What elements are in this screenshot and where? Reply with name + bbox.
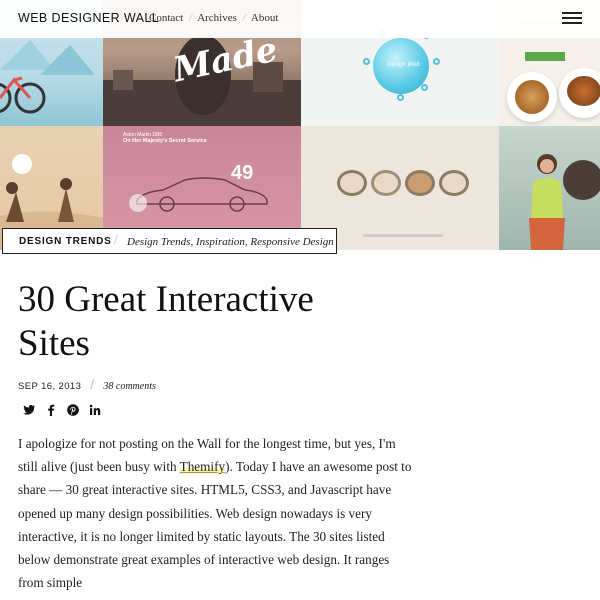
nav-separator: / xyxy=(242,12,246,24)
site-header: WEB DESIGNER WALL Contact / Archives / A… xyxy=(0,0,600,38)
facebook-icon[interactable] xyxy=(44,403,58,417)
nav-separator: / xyxy=(188,12,193,24)
category-link[interactable]: DESIGN TRENDS xyxy=(19,236,112,247)
ring-product xyxy=(371,170,401,196)
comments-link[interactable]: 38 comments xyxy=(103,381,156,392)
bubble-dot xyxy=(397,94,404,101)
post-body: I apologize for not posting on the Wall … xyxy=(18,432,418,594)
nav-archives[interactable]: Archives xyxy=(197,12,237,24)
bubble-dot xyxy=(433,58,440,65)
food-graphic xyxy=(515,80,549,114)
bubble-text: Design Web xyxy=(387,62,420,68)
tags-list[interactable]: Design Trends, Inspiration, Responsive D… xyxy=(127,236,334,248)
bubble-dot xyxy=(421,84,428,91)
site-logo[interactable]: WEB DESIGNER WALL xyxy=(18,11,159,25)
meta-separator: / xyxy=(90,377,95,392)
bubble-dot xyxy=(363,58,370,65)
post-title-line2: Sites xyxy=(18,323,90,364)
main-nav: Contact / Archives / About xyxy=(149,12,278,24)
themify-link[interactable]: Themify xyxy=(179,459,226,475)
nav-about[interactable]: About xyxy=(251,12,279,24)
post-meta: SEP 16, 2013 / 38 comments xyxy=(18,377,156,392)
post-date: SEP 16, 2013 xyxy=(18,381,82,392)
ring-product xyxy=(405,170,435,196)
car-number: 49 xyxy=(231,162,254,184)
ring-product xyxy=(337,170,367,196)
food-green-button xyxy=(525,52,565,61)
woman-illustration xyxy=(529,154,565,250)
nav-contact[interactable]: Contact xyxy=(149,12,183,24)
post-category-box: DESIGN TRENDS / Design Trends, Inspirati… xyxy=(2,228,337,254)
twitter-icon[interactable] xyxy=(22,403,36,417)
hamburger-menu-icon[interactable] xyxy=(562,11,582,25)
category-separator: / xyxy=(114,233,118,248)
pinterest-icon[interactable] xyxy=(66,403,80,417)
post-title: 30 Great Interactive Sites xyxy=(18,278,418,366)
car-badge xyxy=(129,194,147,212)
post-title-line1: 30 Great Interactive xyxy=(18,279,314,320)
car-site-subheader: On Her Majesty's Secret Service xyxy=(123,138,207,144)
body-text-part2: ). Today I have an awesome post to share… xyxy=(18,459,412,591)
ring-nav-bar xyxy=(363,234,443,237)
linkedin-icon[interactable] xyxy=(88,403,102,417)
coffee-badge xyxy=(563,160,600,200)
burger-graphic xyxy=(567,76,600,106)
ring-product xyxy=(439,170,469,196)
hero-tile-coffee xyxy=(499,126,600,250)
